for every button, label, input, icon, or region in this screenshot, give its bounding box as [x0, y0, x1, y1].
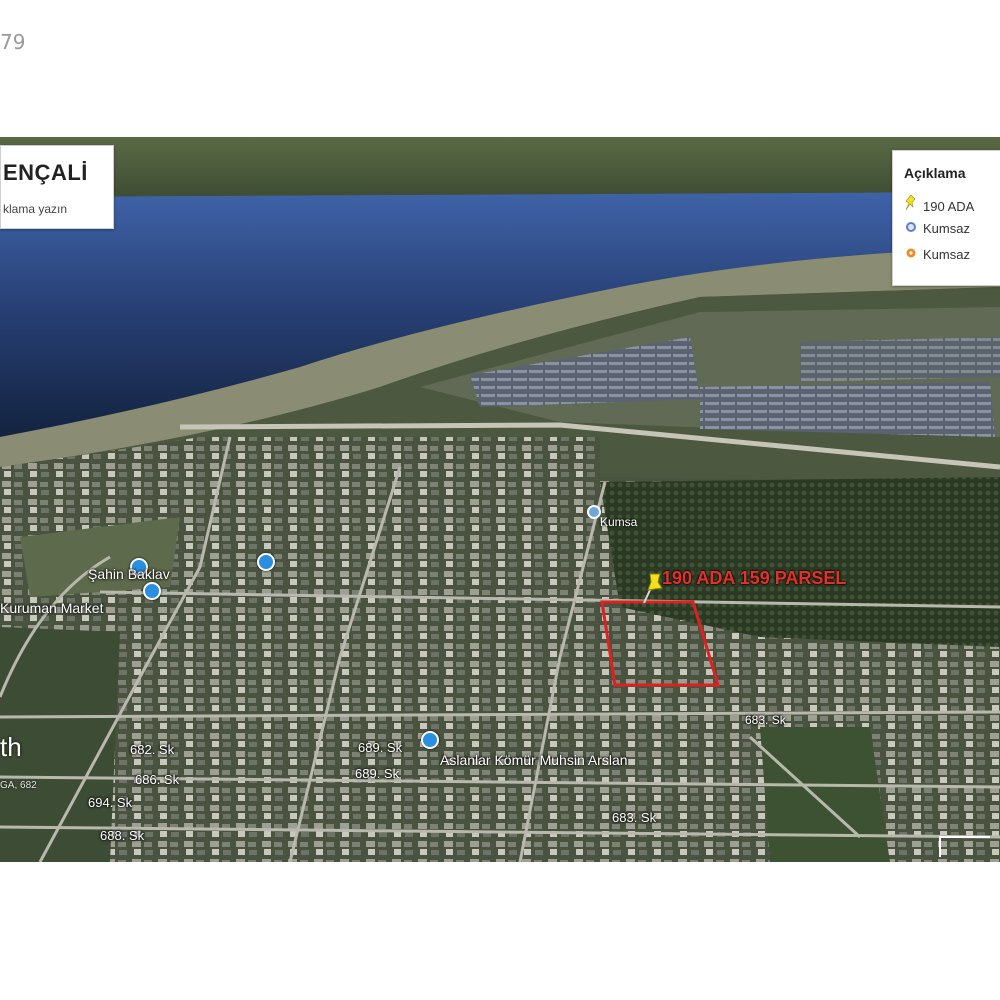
street-label: 683. Sk [745, 713, 786, 727]
place-label[interactable]: Kuruman Market [0, 600, 103, 616]
legend-panel[interactable]: Açıklama 190 ADA Kumsaz Kumsaz [892, 150, 1000, 286]
poi-marker-icon[interactable] [257, 553, 275, 571]
poi-marker-icon[interactable] [587, 505, 601, 519]
street-label: 689. Sk [358, 740, 403, 755]
legend-item-label: 190 ADA [923, 199, 975, 214]
poi-marker-icon[interactable] [143, 582, 161, 600]
legend-item-kumsaz-orange[interactable]: Kumsaz [905, 247, 970, 262]
legend-item-label: Kumsaz [923, 221, 970, 236]
map-attribution-brand: th [0, 732, 22, 762]
street-label: 683. Sk [612, 810, 657, 825]
parcel-label: 190 ADA 159 PARSEL [662, 568, 847, 588]
legend-item-kumsaz-blue[interactable]: Kumsaz [905, 221, 970, 236]
map-attribution-sub: GA, 682 [0, 780, 37, 791]
place-label[interactable]: Aslanlar Kömür Muhsin Arslan [440, 752, 628, 768]
street-label: 694. Sk [88, 795, 133, 810]
place-label[interactable]: Kumsa [600, 515, 637, 529]
street-label: 689. Sk [355, 766, 400, 781]
street-label: 682. Sk [130, 742, 175, 757]
legend-item-190-ada[interactable]: 190 ADA [905, 194, 975, 214]
place-label[interactable]: Şahin Baklav [88, 566, 170, 582]
orange-dot-icon [905, 247, 923, 262]
street-label: 688. Sk [100, 828, 145, 843]
legend-item-label: Kumsaz [923, 247, 970, 262]
street-label: 686. Sk [135, 772, 180, 787]
map-title-panel[interactable]: ENÇALİ klama yazın [0, 145, 114, 229]
legend-title: Açıklama [904, 165, 966, 181]
listing-id-fragment: 79 [0, 30, 26, 54]
yellow-pushpin-icon [905, 194, 923, 214]
blue-dot-icon [905, 221, 923, 236]
map-title: ENÇALİ [3, 160, 88, 185]
map-description-placeholder[interactable]: klama yazın [3, 202, 67, 216]
poi-marker-icon[interactable] [421, 731, 439, 749]
